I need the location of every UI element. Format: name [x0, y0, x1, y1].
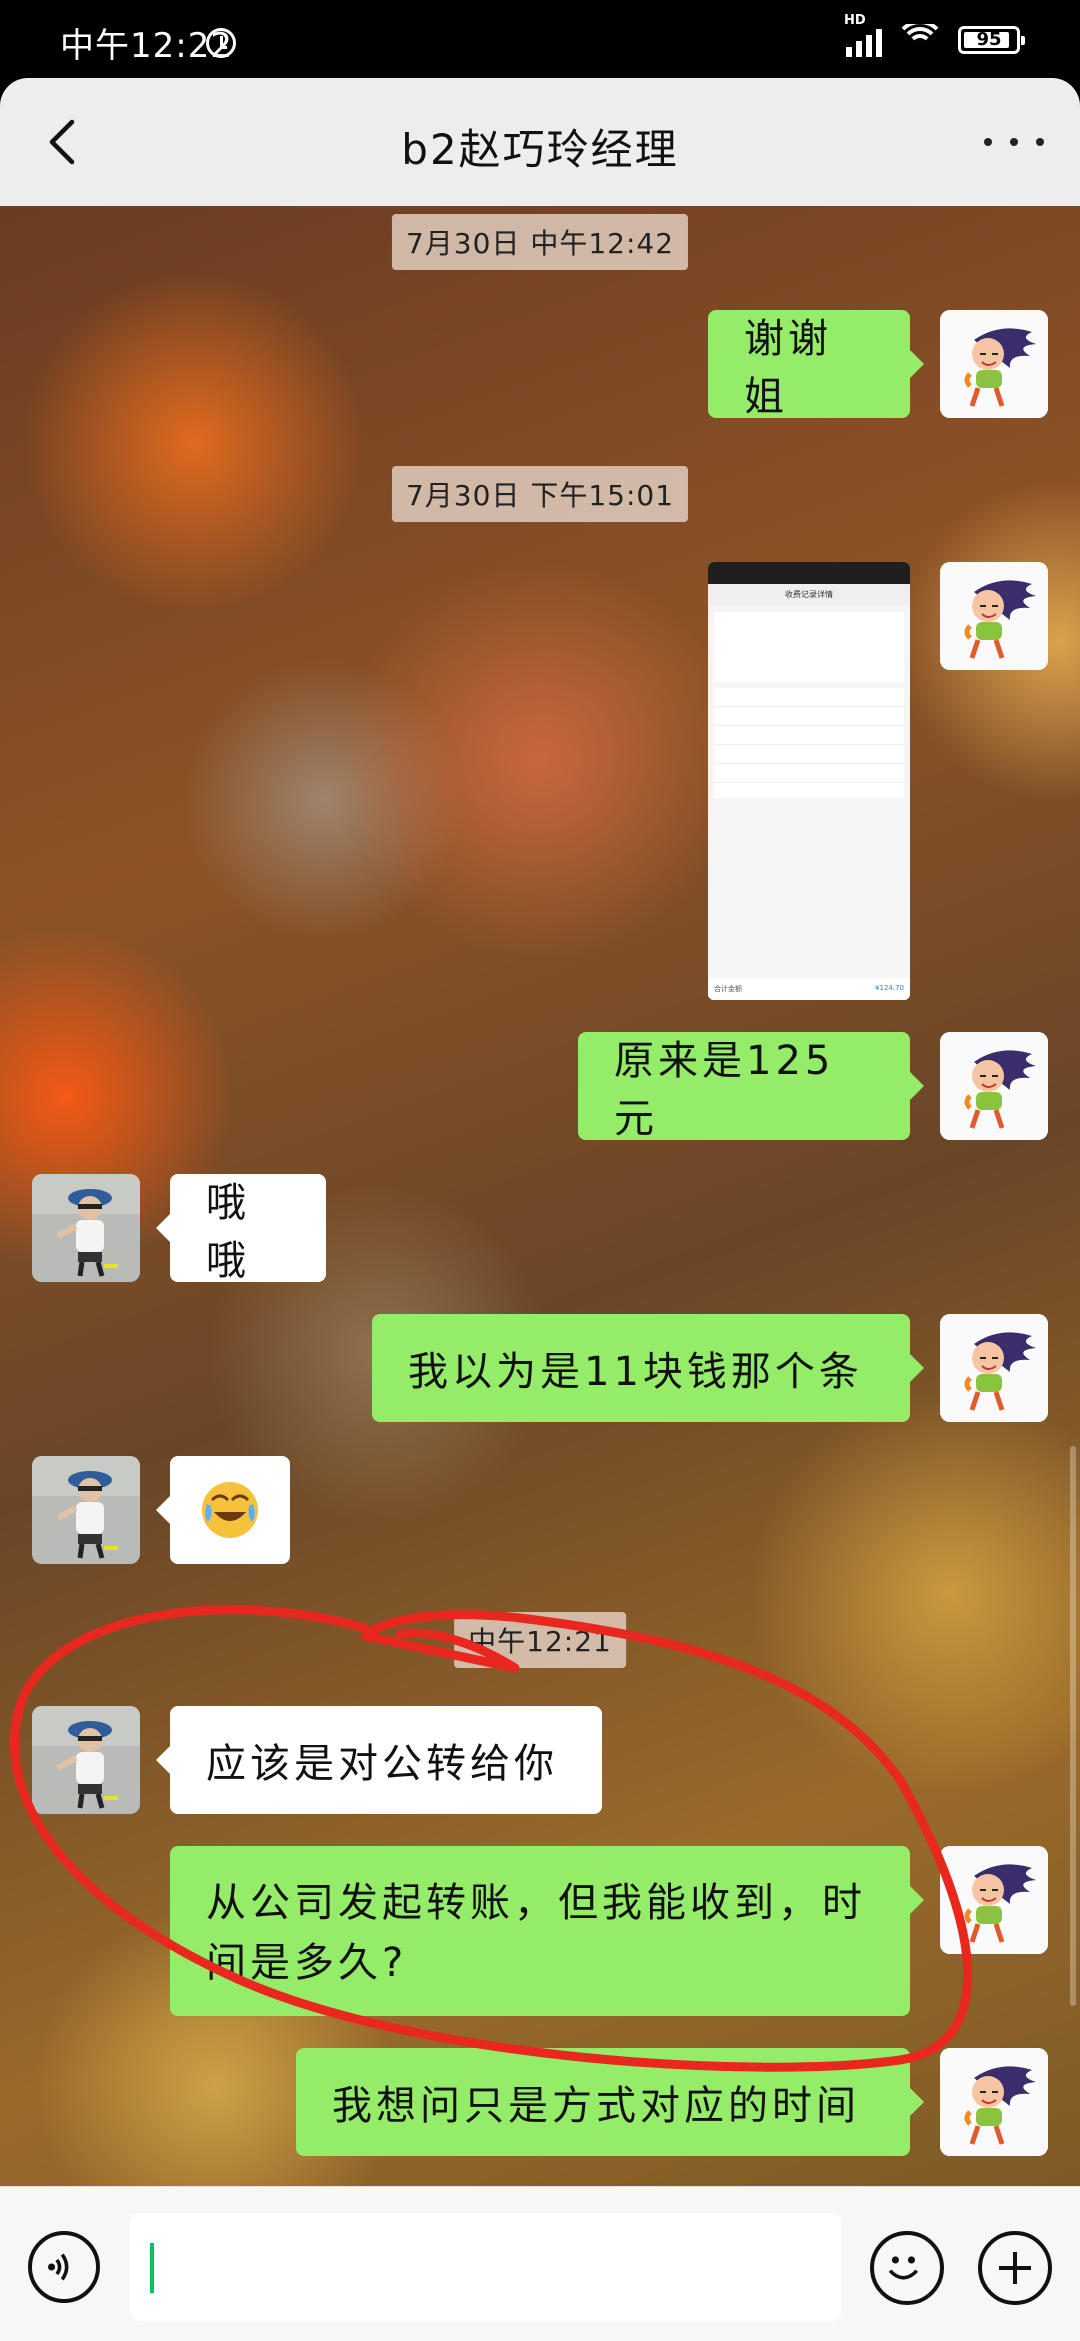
- voice-icon: [48, 2253, 69, 2281]
- scrollbar[interactable]: [1070, 1446, 1076, 2006]
- emoji-button[interactable]: [870, 2231, 944, 2305]
- chat-title: b2赵巧玲经理: [401, 125, 679, 174]
- message-input[interactable]: [130, 2213, 842, 2321]
- image-total-label: 合计金额: [714, 985, 742, 993]
- my-avatar[interactable]: [940, 1846, 1048, 1954]
- timestamp: 中午12:21: [454, 1612, 626, 1668]
- timestamp: 7月30日 中午12:42: [391, 214, 689, 270]
- image-title: 收费记录详情: [708, 584, 910, 606]
- my-message-bubble[interactable]: 谢谢姐: [708, 310, 924, 420]
- my-avatar[interactable]: [940, 562, 1048, 670]
- contact-avatar[interactable]: [32, 1706, 140, 1814]
- my-avatar[interactable]: [940, 2048, 1048, 2156]
- input-bar: [0, 2186, 1080, 2341]
- more-functions-button[interactable]: [978, 2231, 1052, 2305]
- status-bar: 中午12:22 HD 95: [0, 0, 1080, 78]
- battery-icon: 95: [958, 26, 1025, 54]
- their-message-bubble[interactable]: 应该是对公转给你: [156, 1706, 602, 1814]
- my-avatar[interactable]: [940, 310, 1048, 418]
- text-cursor: [150, 2243, 154, 2293]
- my-message-bubble[interactable]: 原来是125元: [578, 1032, 924, 1142]
- their-emoji-bubble[interactable]: [156, 1456, 290, 1564]
- their-message-bubble[interactable]: 哦哦: [156, 1174, 326, 1284]
- voice-input-button[interactable]: [28, 2231, 100, 2303]
- contact-avatar[interactable]: [32, 1456, 140, 1564]
- my-message-bubble[interactable]: 我以为是11块钱那个条: [372, 1314, 924, 1422]
- chat-header: b2赵巧玲经理: [0, 78, 1080, 206]
- chat-area[interactable]: 7月30日 中午12:42 谢谢姐 7月30日 下午15:01 收费记录详情 合…: [0, 206, 1080, 2186]
- my-message-bubble[interactable]: 我想问只是方式对应的时间: [296, 2048, 924, 2156]
- image-message[interactable]: 收费记录详情 合计金额 ¥124.70: [708, 562, 910, 1000]
- smiley-icon: [888, 2256, 919, 2280]
- wifi-icon: [898, 24, 942, 56]
- my-avatar[interactable]: [940, 1032, 1048, 1140]
- network-type: HD: [844, 13, 866, 28]
- timestamp: 7月30日 下午15:01: [391, 466, 689, 522]
- signal-icon: HD: [844, 13, 882, 57]
- battery-level: 95: [976, 29, 1002, 50]
- alarm-icon: [206, 28, 236, 58]
- image-total-row: 合计金额 ¥124.70: [708, 978, 910, 1000]
- laughing-crying-emoji-icon: [202, 1482, 258, 1538]
- status-icons: HD 95: [844, 13, 1025, 60]
- contact-avatar[interactable]: [32, 1174, 140, 1282]
- my-avatar[interactable]: [940, 1314, 1048, 1422]
- more-options-icon[interactable]: [984, 120, 1044, 164]
- image-total-value: ¥124.70: [875, 984, 904, 992]
- my-message-bubble[interactable]: 从公司发起转账，但我能收到，时间是多久?: [170, 1846, 924, 2016]
